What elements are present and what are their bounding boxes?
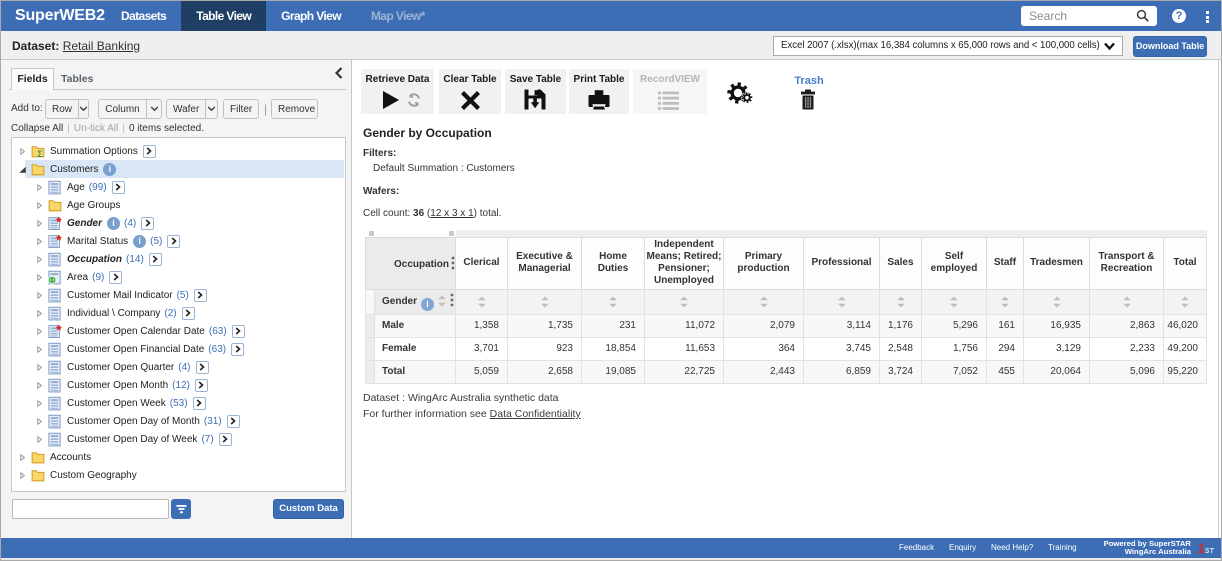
svg-text:Σ: Σ xyxy=(37,149,43,159)
